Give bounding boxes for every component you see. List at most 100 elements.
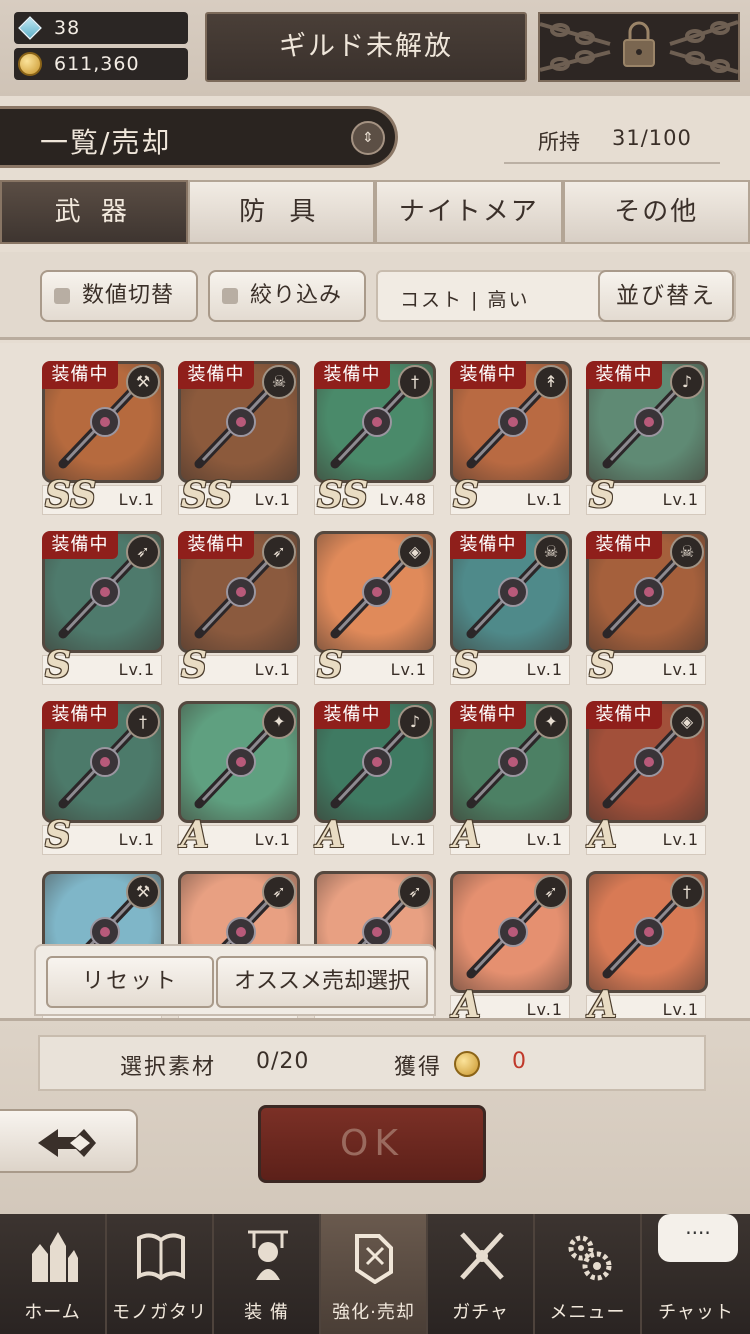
item-card[interactable]: 装備中 ♪ S Lv.1	[586, 361, 708, 517]
owned-label: 所持	[538, 130, 580, 154]
list-mode-selector[interactable]: 一覧/売却 ⇕	[0, 106, 398, 168]
owned-count: 所持 31/100	[504, 126, 720, 164]
item-card[interactable]: 装備中 ⚒ SS Lv.1	[42, 361, 164, 517]
hammer-icon: ⚒	[126, 365, 160, 399]
puppet-icon	[248, 1230, 288, 1280]
tome-icon: ☠	[262, 365, 296, 399]
bow-icon: ➶	[398, 875, 432, 909]
rarity-rank: A	[589, 984, 617, 1018]
reset-button[interactable]: リセット	[46, 956, 214, 1008]
tab-nightmare[interactable]: ナイトメア	[375, 180, 563, 244]
nav-chat-label: チャット	[658, 1302, 734, 1323]
item-card[interactable]: 装備中 ◈ A Lv.1	[586, 701, 708, 857]
equipped-badge: 装備中	[42, 701, 118, 729]
equipped-badge: 装備中	[450, 531, 526, 559]
gem-counter: 38	[14, 12, 188, 44]
equipped-badge: 装備中	[314, 701, 390, 729]
switch-mode-icon[interactable]: ⇕	[351, 121, 385, 155]
nav-equipment-label: 装 備	[244, 1302, 289, 1323]
rarity-rank: S	[317, 644, 343, 686]
staff-icon: ✦	[534, 705, 568, 739]
sort-button[interactable]: 並び替え	[598, 270, 734, 322]
nav-home-label: ホーム	[24, 1302, 81, 1323]
item-card[interactable]: † A Lv.1	[586, 871, 708, 1018]
nav-equipment[interactable]: 装 備	[214, 1214, 321, 1334]
nav-home[interactable]: ホーム	[0, 1214, 107, 1334]
toggle-values-button[interactable]: 数値切替	[40, 270, 198, 322]
filter-row: 数値切替 絞り込み コスト | 高い 並び替え	[0, 252, 750, 340]
sword-icon: †	[398, 365, 432, 399]
checkbox-icon	[222, 288, 238, 304]
castle-icon	[32, 1232, 78, 1282]
rarity-rank: S	[45, 814, 71, 856]
item-card[interactable]: 装備中 † SS Lv.48	[314, 361, 436, 517]
rarity-rank: A	[453, 814, 481, 856]
item-card[interactable]: 装備中 ☠ SS Lv.1	[178, 361, 300, 517]
item-card[interactable]: 装備中 † S Lv.1	[42, 701, 164, 857]
equipped-badge: 装備中	[314, 361, 390, 389]
nav-gacha[interactable]: ガチャ	[428, 1214, 535, 1334]
sort-selector[interactable]: コスト | 高い 並び替え	[376, 270, 736, 322]
equipped-badge: 装備中	[178, 361, 254, 389]
item-card[interactable]: 装備中 ↟ S Lv.1	[450, 361, 572, 517]
harp-icon: ♪	[398, 705, 432, 739]
book-icon	[137, 1233, 185, 1281]
item-card[interactable]: 装備中 ➶ S Lv.1	[178, 531, 300, 687]
item-card[interactable]: 装備中 ✦ A Lv.1	[450, 701, 572, 857]
item-grid: 装備中 ⚒ SS Lv.1 装備中 ☠ SS Lv.1 装備中 † SS Lv.48 装備中 ↟ S Lv.1…	[0, 343, 750, 1018]
equipped-badge: 装備中	[178, 531, 254, 559]
rarity-rank: S	[453, 644, 479, 686]
gold-coin-icon	[454, 1051, 480, 1077]
tab-weapons[interactable]: 武 器	[0, 180, 188, 244]
back-button[interactable]	[0, 1109, 138, 1173]
item-card[interactable]: ➶ A Lv.1	[450, 871, 572, 1018]
nav-menu-label: メニュー	[549, 1302, 626, 1323]
recommend-sell-button[interactable]: オススメ売却選択	[216, 956, 428, 1008]
gem-icon	[18, 16, 42, 40]
category-tabs: 武 器 防 具 ナイトメア その他	[0, 180, 750, 244]
nav-story-label: モノガタリ	[112, 1302, 207, 1323]
equipped-badge: 装備中	[586, 361, 662, 389]
nav-menu[interactable]: メニュー	[535, 1214, 642, 1334]
item-card[interactable]: 装備中 ☠ S Lv.1	[450, 531, 572, 687]
rarity-rank: SS	[317, 474, 369, 516]
harp-icon: ♪	[670, 365, 704, 399]
rarity-rank: A	[453, 984, 481, 1018]
narrow-filter-label: 絞り込み	[250, 283, 343, 308]
narrow-filter-button[interactable]: 絞り込み	[208, 270, 366, 322]
bow-icon: ➶	[262, 535, 296, 569]
rarity-rank: SS	[181, 474, 233, 516]
shield-icon: ◈	[398, 535, 432, 569]
toggle-values-label: 数値切替	[82, 283, 175, 308]
chat-bubble-icon[interactable]: ····	[658, 1214, 738, 1262]
ok-button[interactable]: OK	[258, 1105, 486, 1183]
nav-enhance-sell[interactable]: 強化·売却	[321, 1214, 428, 1334]
tab-armor[interactable]: 防 具	[187, 180, 375, 244]
spear-icon: ↟	[534, 365, 568, 399]
material-label: 選択素材	[120, 1055, 217, 1080]
sword-icon: †	[670, 875, 704, 909]
gain-value: 0	[512, 1049, 526, 1074]
item-card[interactable]: ✦ A Lv.1	[178, 701, 300, 857]
back-arrow-icon	[38, 1129, 96, 1157]
material-count: 0/20	[256, 1049, 310, 1074]
checkbox-icon	[54, 288, 70, 304]
item-card[interactable]: 装備中 ☠ S Lv.1	[586, 531, 708, 687]
bow-icon: ➶	[262, 875, 296, 909]
item-card[interactable]: 装備中 ♪ A Lv.1	[314, 701, 436, 857]
gold-count: 611,360	[54, 53, 140, 75]
bow-icon: ➶	[126, 535, 160, 569]
rarity-rank: S	[589, 474, 615, 516]
item-card[interactable]: ◈ S Lv.1	[314, 531, 436, 687]
item-card[interactable]: 装備中 ➶ S Lv.1	[42, 531, 164, 687]
nav-story[interactable]: モノガタリ	[107, 1214, 214, 1334]
tab-other[interactable]: その他	[562, 180, 750, 244]
equipped-badge: 装備中	[586, 701, 662, 729]
rarity-rank: SS	[45, 474, 97, 516]
hammer-icon: ⚒	[126, 875, 160, 909]
tome-icon: ☠	[534, 535, 568, 569]
guild-locked-button[interactable]: ギルド未解放	[205, 12, 527, 82]
locked-slot[interactable]	[538, 12, 740, 82]
shield-icon: ◈	[670, 705, 704, 739]
owned-value: 31/100	[612, 126, 692, 150]
